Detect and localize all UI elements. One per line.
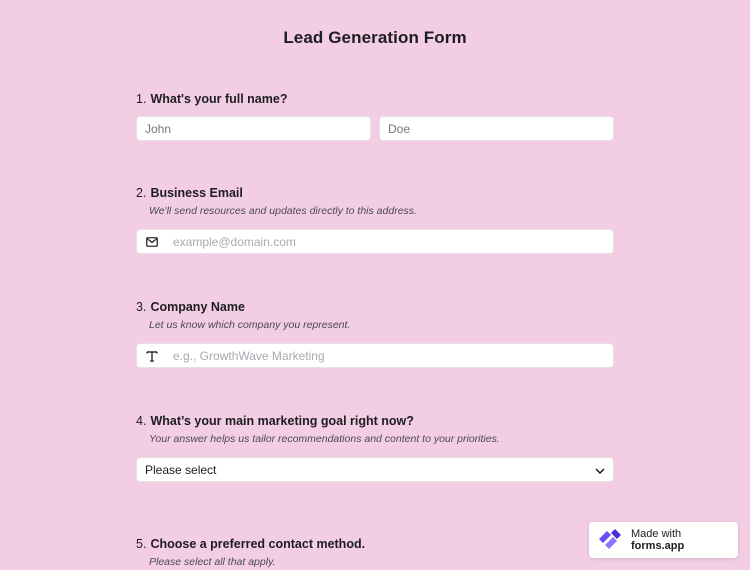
question-hint: We'll send resources and updates directl… bbox=[149, 205, 417, 217]
first-name-input[interactable] bbox=[136, 116, 371, 141]
question-business-email: 2. Business Email We'll send resources a… bbox=[136, 186, 614, 254]
made-with-badge[interactable]: Made with forms.app bbox=[589, 522, 738, 558]
formsapp-logo-icon bbox=[597, 528, 623, 553]
question-label: 4. What’s your main marketing goal right… bbox=[136, 414, 614, 428]
company-placeholder: e.g., GrowthWave Marketing bbox=[173, 348, 325, 363]
question-label: 5. Choose a preferred contact method. bbox=[136, 537, 614, 551]
question-text: Choose a preferred contact method. bbox=[150, 537, 366, 551]
question-label: 3. Company Name bbox=[136, 300, 614, 314]
page-title: Lead Generation Form bbox=[283, 28, 467, 47]
question-full-name: 1. What's your full name? bbox=[136, 92, 614, 141]
question-marketing-goal: 4. What’s your main marketing goal right… bbox=[136, 414, 614, 482]
question-hint: Let us know which company you represent. bbox=[149, 319, 351, 331]
last-name-input[interactable] bbox=[379, 116, 614, 141]
badge-text: Made with forms.app bbox=[631, 528, 730, 552]
question-number: 4. bbox=[136, 414, 147, 428]
select-value: Please select bbox=[145, 462, 217, 477]
question-text: Company Name bbox=[150, 300, 245, 314]
text-t-icon bbox=[145, 349, 159, 363]
badge-brand: forms.app bbox=[631, 540, 685, 552]
question-number: 2. bbox=[136, 186, 147, 200]
question-text: What's your full name? bbox=[150, 92, 288, 106]
question-number: 1. bbox=[136, 92, 147, 106]
badge-prefix: Made with bbox=[631, 528, 682, 540]
question-label: 1. What's your full name? bbox=[136, 92, 614, 106]
question-label: 2. Business Email bbox=[136, 186, 614, 200]
email-field[interactable]: example@domain.com bbox=[136, 229, 614, 254]
question-number: 3. bbox=[136, 300, 147, 314]
question-contact-method: 5. Choose a preferred contact method. Pl… bbox=[136, 537, 614, 568]
email-placeholder: example@domain.com bbox=[173, 234, 296, 249]
question-text: Business Email bbox=[150, 186, 243, 200]
form-page: Lead Generation Form 1. What's your full… bbox=[0, 0, 750, 570]
company-name-field[interactable]: e.g., GrowthWave Marketing bbox=[136, 343, 614, 368]
question-hint: Your answer helps us tailor recommendati… bbox=[149, 433, 500, 445]
question-hint: Please select all that apply. bbox=[149, 556, 276, 568]
question-number: 5. bbox=[136, 537, 147, 551]
envelope-icon bbox=[145, 235, 159, 249]
question-text: What’s your main marketing goal right no… bbox=[150, 414, 414, 428]
marketing-goal-select[interactable]: Please select bbox=[136, 457, 614, 482]
chevron-down-icon bbox=[595, 463, 605, 477]
question-company-name: 3. Company Name Let us know which compan… bbox=[136, 300, 614, 368]
